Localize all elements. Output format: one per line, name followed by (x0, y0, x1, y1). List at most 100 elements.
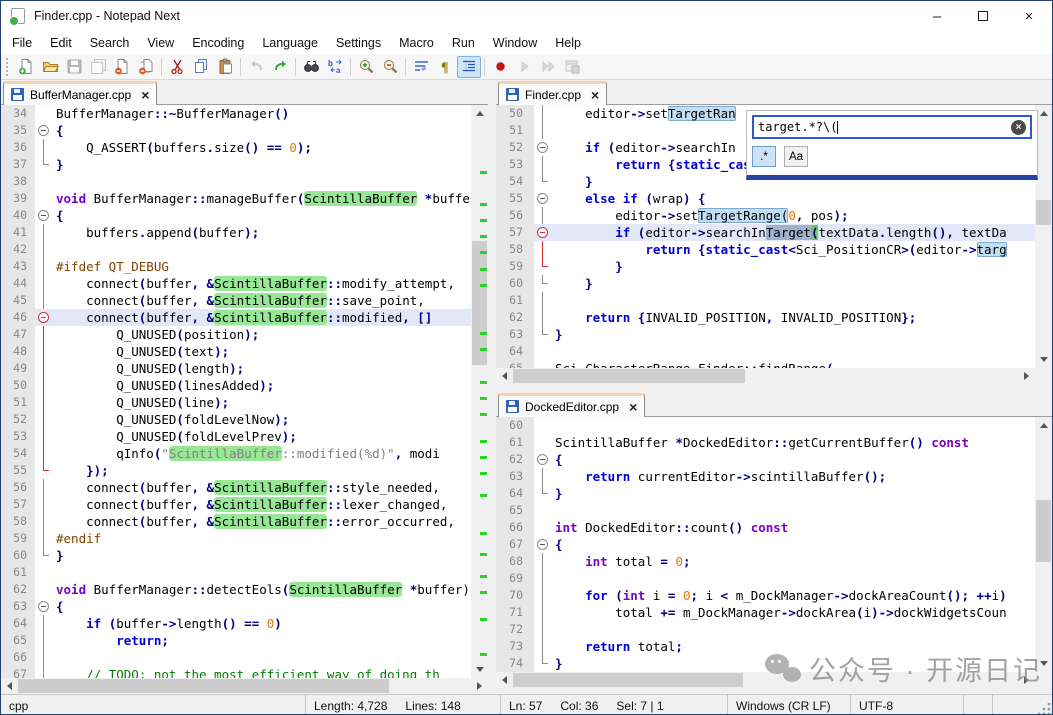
code-line[interactable]: 64} (496, 485, 1035, 502)
code-line[interactable]: 51 Q_UNUSED(line); (1, 394, 471, 411)
code-line[interactable]: 38 (1, 173, 471, 190)
code-line[interactable]: 48 Q_UNUSED(text); (1, 343, 471, 360)
indent-guides-icon[interactable] (457, 55, 481, 78)
menu-item-language[interactable]: Language (253, 33, 327, 53)
code-line[interactable]: 72 (496, 621, 1035, 638)
fold-marker[interactable] (534, 224, 551, 241)
menu-item-settings[interactable]: Settings (327, 33, 390, 53)
menu-item-view[interactable]: View (138, 33, 183, 53)
code-line[interactable]: 39 void BufferManager::manageBuffer(Scint… (1, 190, 471, 207)
code-line[interactable]: 45 connect(buffer, &ScintillaBuffer::sav… (1, 292, 471, 309)
code-line[interactable]: 52 Q_UNUSED(foldLevelNow); (1, 411, 471, 428)
save-all-icon[interactable] (86, 56, 110, 78)
scroll-down-arrow[interactable] (471, 661, 488, 678)
code-line[interactable]: 59 } (496, 258, 1035, 275)
menu-item-run[interactable]: Run (443, 33, 484, 53)
menu-item-window[interactable]: Window (484, 33, 546, 53)
code-line[interactable]: 63 { (1, 598, 471, 615)
code-line[interactable]: 67 // TODO: not the most efficient way o… (1, 666, 471, 678)
code-line[interactable]: 63} (496, 326, 1035, 343)
menu-item-file[interactable]: File (3, 33, 41, 53)
code-line[interactable]: 60 (496, 417, 1035, 434)
code-line[interactable]: 55 }); (1, 462, 471, 479)
code-line[interactable]: 70 for (int i = 0; i < m_DockManager->do… (496, 587, 1035, 604)
tab-dockededitor[interactable]: DockedEditor.cpp × (498, 393, 646, 417)
code-line[interactable]: 64 (496, 343, 1035, 360)
code-line[interactable]: 67 { (496, 536, 1035, 553)
close-all-icon[interactable] (134, 56, 158, 78)
scrollbar-thumb[interactable] (472, 240, 487, 365)
close-button[interactable]: × (1006, 1, 1052, 31)
tab-close-icon[interactable]: × (629, 400, 637, 414)
code-line[interactable]: 56 connect(buffer, &ScintillaBuffer::sty… (1, 479, 471, 496)
code-line[interactable]: 66 int DockedEditor::count() const (496, 519, 1035, 536)
vertical-scrollbar[interactable] (471, 105, 488, 678)
code-line[interactable]: 41 buffers.append(buffer); (1, 224, 471, 241)
code-line[interactable]: 61 ScintillaBuffer *DockedEditor::getCurr… (496, 434, 1035, 451)
scrollbar-thumb[interactable] (513, 369, 746, 383)
code-line[interactable]: 69 (496, 570, 1035, 587)
code-line[interactable]: 61 (1, 564, 471, 581)
fold-marker[interactable] (534, 190, 551, 207)
copy-icon[interactable] (189, 56, 213, 78)
code-line[interactable]: 60} (1, 547, 471, 564)
code-line[interactable]: 57 if (editor->searchInTarget(textData.l… (496, 224, 1035, 241)
redo-icon[interactable] (268, 56, 292, 78)
code-line[interactable]: 62 void BufferManager::detectEols(Scintil… (1, 581, 471, 598)
minimize-button[interactable]: – (914, 1, 960, 31)
toolbar-grip[interactable] (6, 57, 11, 76)
scroll-up-arrow[interactable] (471, 105, 488, 122)
close-file-icon[interactable] (110, 56, 134, 78)
code-line[interactable]: 65 Sci_CharacterRange Finder::findRange( (496, 360, 1035, 368)
code-line[interactable]: 63 return currentEditor->scintillaBuffer… (496, 468, 1035, 485)
cut-icon[interactable] (165, 56, 189, 78)
code-line[interactable]: 50 Q_UNUSED(linesAdded); (1, 377, 471, 394)
run-macro-multiple-icon[interactable] (536, 56, 560, 78)
menu-item-macro[interactable]: Macro (390, 33, 443, 53)
open-file-icon[interactable] (38, 56, 62, 78)
code-line[interactable]: 65 return; (1, 632, 471, 649)
replace-icon[interactable]: ba (323, 56, 347, 78)
code-line[interactable]: 58 return {static_cast<Sci_PositionCR>(e… (496, 241, 1035, 258)
save-file-icon[interactable] (62, 56, 86, 78)
code-line[interactable]: 34 BufferManager::~BufferManager() (1, 105, 471, 122)
undo-icon[interactable] (244, 56, 268, 78)
fold-marker[interactable] (35, 207, 52, 224)
code-line[interactable]: 62 return {INVALID_POSITION, INVALID_POS… (496, 309, 1035, 326)
horizontal-splitter[interactable] (496, 384, 1052, 392)
fold-marker[interactable] (534, 536, 551, 553)
scroll-right-arrow[interactable] (1018, 368, 1035, 384)
save-macro-icon[interactable] (560, 56, 584, 78)
scroll-up-arrow[interactable] (1035, 417, 1052, 434)
code-line[interactable]: 65 (496, 502, 1035, 519)
tab-close-icon[interactable]: × (141, 88, 149, 102)
menu-item-encoding[interactable]: Encoding (183, 33, 253, 53)
tab-buffermanager[interactable]: BufferManager.cpp × (3, 81, 158, 105)
code-line[interactable]: 66 (1, 649, 471, 666)
scrollbar-thumb[interactable] (1036, 500, 1051, 563)
menu-item-search[interactable]: Search (81, 33, 139, 53)
code-line[interactable]: 44 connect(buffer, &ScintillaBuffer::mod… (1, 275, 471, 292)
code-line[interactable]: 53 Q_UNUSED(foldLevelPrev); (1, 428, 471, 445)
scroll-left-arrow[interactable] (496, 672, 513, 688)
maximize-button[interactable] (960, 1, 1006, 31)
word-wrap-icon[interactable] (409, 56, 433, 78)
clear-search-icon[interactable]: × (1011, 119, 1026, 135)
tab-finder[interactable]: Finder.cpp × (498, 81, 608, 105)
code-line[interactable]: 35 { (1, 122, 471, 139)
vertical-splitter[interactable] (488, 80, 496, 694)
code-line[interactable]: 54 qInfo("ScintillaBuffer::modified(%d)"… (1, 445, 471, 462)
code-line[interactable]: 43 #ifdef QT_DEBUG (1, 258, 471, 275)
horizontal-scrollbar[interactable] (1, 678, 488, 694)
code-line[interactable]: 58 connect(buffer, &ScintillaBuffer::err… (1, 513, 471, 530)
scroll-right-arrow[interactable] (471, 678, 488, 694)
code-line[interactable]: 36 Q_ASSERT(buffers.size() == 0); (1, 139, 471, 156)
tab-close-icon[interactable]: × (591, 88, 599, 102)
resize-grip[interactable] (1038, 703, 1052, 714)
fold-marker[interactable] (534, 451, 551, 468)
code-line[interactable]: 42 (1, 241, 471, 258)
record-macro-icon[interactable] (488, 56, 512, 78)
menu-item-help[interactable]: Help (546, 33, 590, 53)
paste-icon[interactable] (213, 56, 237, 78)
code-line[interactable]: 37} (1, 156, 471, 173)
